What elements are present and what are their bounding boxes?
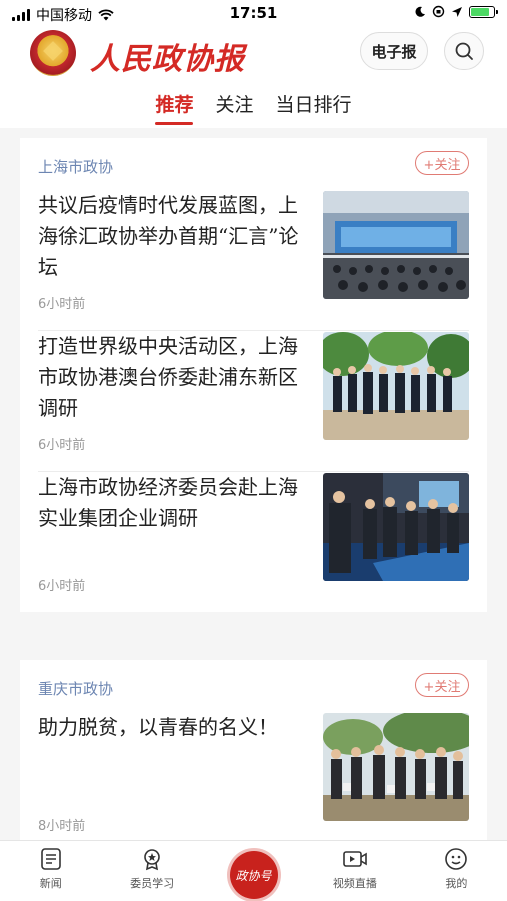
article-time: 6小时前 (38, 297, 86, 312)
medal-icon (144, 849, 160, 871)
article-thumbnail[interactable] (323, 332, 469, 440)
exhibition-photo-illustration (323, 473, 469, 581)
tab-following[interactable]: 关注 (213, 90, 255, 125)
tab-daily-ranking[interactable]: 当日排行 (274, 90, 354, 125)
tab-recommend[interactable]: 推荐 (153, 90, 195, 125)
nav-label: 视频直播 (332, 877, 377, 890)
cppcc-emblem-logo (30, 30, 76, 76)
status-right (414, 5, 498, 18)
article-item[interactable]: 共议后疫情时代发展蓝图，上海徐汇政协举办首期“汇言”论坛 6小时前 (38, 190, 469, 331)
center-logo-button[interactable]: 政协号 (229, 851, 278, 899)
article-time: 8小时前 (38, 819, 86, 834)
bottom-nav: 新闻 委员学习 政协号 视频直播 我的 (0, 840, 507, 901)
card-header: 上海市政协 +关注 (20, 138, 487, 190)
rural-group-photo-illustration (323, 713, 469, 821)
article-time: 6小时前 (38, 579, 86, 594)
app-header: 人民政协报 电子报 推荐 关注 当日排行 (0, 28, 507, 128)
article-title[interactable]: 上海市政协经济委员会赴上海实业集团企业调研 (38, 472, 308, 534)
follow-button[interactable]: +关注 (415, 673, 469, 697)
nav-center[interactable]: 政协号 (203, 841, 304, 901)
newspaper-logo: 人民政协报 (90, 42, 245, 77)
moon-icon (415, 6, 425, 17)
article-thumbnail[interactable] (323, 713, 469, 821)
profile-icon (445, 848, 468, 870)
feed-card-chongqing: 重庆市政协 +关注 助力脱贫，以青春的名义！ 8小时前 (20, 660, 487, 840)
orientation-lock-icon (432, 5, 445, 18)
video-icon (343, 851, 367, 867)
article-item[interactable]: 助力脱贫，以青春的名义！ 8小时前 (38, 712, 469, 852)
article-thumbnail[interactable] (323, 473, 469, 581)
nav-member-study[interactable]: 委员学习 (101, 841, 202, 901)
feed-tabs: 推荐 关注 当日排行 (0, 90, 507, 125)
article-item[interactable]: 上海市政协经济委员会赴上海实业集团企业调研 6小时前 (38, 472, 469, 612)
nav-label: 我的 (445, 877, 468, 890)
location-icon (452, 6, 462, 17)
article-title[interactable]: 共议后疫情时代发展蓝图，上海徐汇政协举办首期“汇言”论坛 (38, 190, 308, 283)
article-item[interactable]: 打造世界级中央活动区，上海市政协港澳台侨委赴浦东新区调研 6小时前 (38, 331, 469, 472)
card-header: 重庆市政协 +关注 (20, 660, 487, 712)
outdoor-group-photo-illustration (323, 332, 469, 440)
article-time: 6小时前 (38, 438, 86, 453)
nav-label: 新闻 (39, 877, 62, 890)
nav-news[interactable]: 新闻 (0, 841, 101, 901)
battery-icon (469, 5, 498, 18)
epaper-button[interactable]: 电子报 (360, 32, 428, 70)
article-thumbnail[interactable] (323, 191, 469, 299)
article-title[interactable]: 打造世界级中央活动区，上海市政协港澳台侨委赴浦东新区调研 (38, 331, 308, 424)
news-icon (40, 848, 61, 870)
status-bar: 中国移动 17:51 (0, 0, 507, 28)
search-button[interactable] (444, 32, 484, 70)
follow-button[interactable]: +关注 (415, 151, 469, 175)
article-title[interactable]: 助力脱贫，以青春的名义！ (38, 712, 308, 743)
conference-photo-illustration (323, 191, 469, 299)
source-name[interactable]: 上海市政协 (38, 156, 113, 177)
source-name[interactable]: 重庆市政协 (38, 678, 113, 699)
nav-profile[interactable]: 我的 (406, 841, 507, 901)
nav-label: 委员学习 (130, 877, 175, 890)
search-icon (455, 42, 473, 60)
feed-card-shanghai: 上海市政协 +关注 共议后疫情时代发展蓝图，上海徐汇政协举办首期“汇言”论坛 6… (20, 138, 487, 612)
nav-video-live[interactable]: 视频直播 (304, 841, 405, 901)
